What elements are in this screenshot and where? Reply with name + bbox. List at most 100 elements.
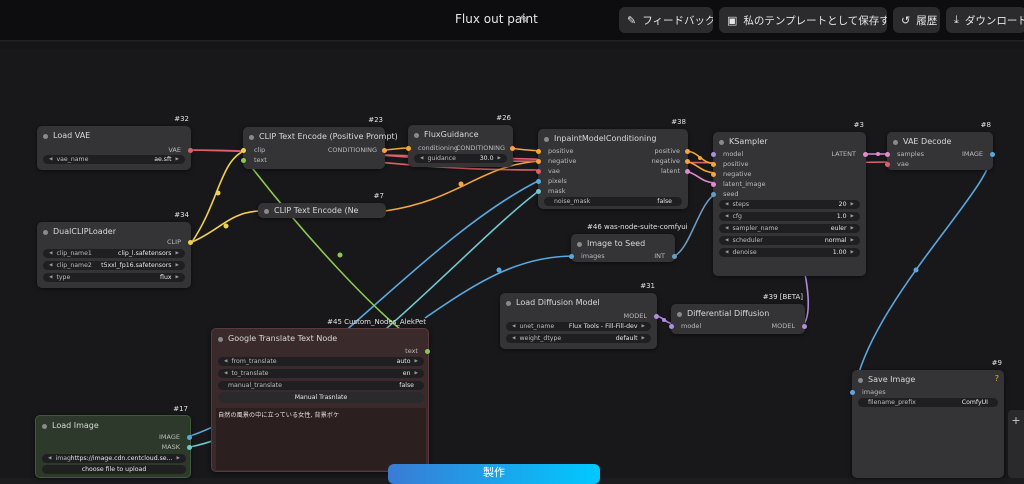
node-differential-diffusion[interactable]: #39 [BETA] Differential Diffusion model … [669, 293, 807, 334]
input-positive: positive [548, 147, 574, 155]
zoom-in-icon[interactable]: + [1008, 414, 1024, 427]
node-id: #3 [853, 121, 864, 129]
output-text-socket[interactable] [425, 349, 430, 354]
download-icon: ⤓ [954, 13, 959, 26]
node-title: VAE Decode [892, 137, 952, 146]
widget-scheduler[interactable]: schedulernormal [719, 236, 860, 245]
widget-filename-prefix[interactable]: filename_prefix ComfyUI [858, 398, 998, 407]
choose-file-button[interactable]: choose file to upload [42, 465, 186, 474]
input-conditioning: conditioning [418, 144, 459, 152]
history-button[interactable]: ↺ 履歴 [893, 7, 940, 33]
input-vae: vae [548, 167, 560, 175]
input-text: text [254, 156, 267, 164]
output-clip-socket[interactable] [188, 240, 193, 245]
node-load-image[interactable]: #17 Load Image IMAGE MASK imagehttps://i… [35, 405, 192, 478]
output-latent-socket[interactable] [863, 152, 868, 157]
node-title: FluxGuidance [414, 130, 479, 139]
node-id: #17 [173, 405, 188, 413]
widget-steps[interactable]: steps20 [719, 200, 860, 209]
output-model-socket[interactable] [654, 314, 659, 319]
widget-guidance[interactable]: guidance30.0 [414, 154, 507, 163]
edit-title-icon[interactable]: ✎ [520, 13, 529, 26]
input-model: model [723, 150, 744, 158]
zoom-controls[interactable]: + [1008, 410, 1024, 478]
output-int-socket[interactable] [672, 254, 677, 259]
feedback-icon: ✎ [627, 13, 637, 27]
node-image-to-seed[interactable]: #46 was-node-suite-comfyui Image to Seed… [569, 223, 688, 262]
input-vae: vae [897, 160, 909, 168]
input-negative: negative [548, 157, 577, 165]
node-id: #9 [991, 359, 1002, 367]
node-load-diffusion-model[interactable]: #31 Load Diffusion Model MODEL unet_name… [500, 282, 659, 349]
translate-text-area[interactable]: 自然の風景の中に立っている女性, 背景ボケ [216, 408, 426, 470]
help-icon[interactable]: ? [995, 374, 999, 383]
output-latent-socket[interactable] [685, 169, 690, 174]
widget-to-translate[interactable]: to_translateen [218, 369, 424, 378]
widget-from-translate[interactable]: from_translateauto [218, 357, 424, 366]
output-conditioning-socket[interactable] [382, 148, 387, 153]
widget-manual-translate[interactable]: manual_translate false [218, 381, 424, 390]
output-vae-socket[interactable] [188, 148, 193, 153]
output-image-socket[interactable] [187, 435, 192, 440]
widget-noise-mask[interactable]: noise_mask false [544, 197, 682, 206]
node-id: #39 [BETA] [762, 293, 803, 301]
node-title: Load Image [42, 421, 99, 430]
widget-clip-name1[interactable]: clip_name1clip_l.safetensors [43, 249, 185, 258]
input-seed: seed [723, 190, 739, 198]
output-latent: LATENT [831, 150, 856, 158]
output-mask-socket[interactable] [187, 445, 192, 450]
node-id: #46 was-node-suite-comfyui [587, 223, 688, 231]
node-inpaint-model-conditioning[interactable]: #38 InpaintModelConditioning positive ne… [536, 118, 690, 209]
node-id: #23 [368, 116, 383, 124]
output-conditioning-socket[interactable] [510, 146, 515, 151]
node-id: #7 [373, 192, 384, 200]
node-clip-text-encode-positive[interactable]: #23 CLIP Text Encode (Positive Prompt) c… [241, 116, 398, 169]
widget-weight-dtype[interactable]: weight_dtypedefault [506, 334, 651, 343]
save-template-button[interactable]: ▣ 私のテンプレートとして保存する [719, 7, 887, 33]
output-image: IMAGE [961, 150, 983, 158]
output-image-socket[interactable] [990, 152, 995, 157]
output-text: text [405, 347, 418, 355]
toolbar-strip [0, 42, 1024, 50]
widget-clip-name2[interactable]: clip_name2t5xxl_fp16.safetensors [43, 261, 185, 270]
node-title: Save Image [857, 375, 916, 384]
output-int: INT [654, 252, 665, 260]
node-title: InpaintModelConditioning [543, 134, 657, 143]
feedback-button[interactable]: ✎ フィードバック [619, 7, 713, 33]
node-title: Image to Seed [576, 239, 646, 248]
node-save-image[interactable]: #9 Save Image ? images filename_prefix Co… [850, 359, 1004, 478]
node-title: Differential Diffusion [676, 309, 770, 318]
input-latent-image: latent_image [723, 180, 766, 188]
input-negative: negative [723, 170, 752, 178]
widget-unet-name[interactable]: unet_nameFlux Tools - Fill-Fill-dev [506, 322, 651, 331]
node-google-translate[interactable]: #45 Custom_Nodes_AlekPet Google Translat… [211, 318, 430, 472]
node-clip-text-encode-negative[interactable]: #7 CLIP Text Encode (Ne [258, 192, 386, 218]
widget-vae-name[interactable]: vae_nameae.sft [43, 155, 185, 164]
input-images: images [581, 252, 605, 260]
download-button[interactable]: ⤓ ダウンロード [946, 7, 1024, 33]
manual-translate-button[interactable]: Manual Trasnlate [218, 392, 424, 403]
output-model: MODEL [623, 312, 647, 320]
node-title: CLIP Text Encode (Ne [263, 206, 359, 215]
output-positive-socket[interactable] [685, 149, 690, 154]
history-icon: ↺ [901, 13, 911, 27]
widget-image[interactable]: imagehttps://image.cdn.centcloud.se... [42, 454, 186, 463]
input-pixels: pixels [548, 177, 567, 185]
node-dual-clip-loader[interactable]: #34 DualCLIPLoader CLIP clip_name1clip_l… [37, 211, 193, 288]
output-negative-socket[interactable] [685, 159, 690, 164]
output-vae: VAE [168, 146, 181, 154]
widget-cfg[interactable]: cfg1.0 [719, 212, 860, 221]
node-load-vae[interactable]: #32 Load VAE VAE vae_nameae.sft [37, 115, 193, 170]
node-title: Load Diffusion Model [506, 298, 600, 307]
output-model-socket[interactable] [802, 324, 807, 329]
node-flux-guidance[interactable]: #26 FluxGuidance conditioning CONDITIONI… [406, 114, 515, 167]
node-ksampler[interactable]: #3 KSampler model positive negative late… [711, 121, 868, 276]
widget-denoise[interactable]: denoise1.00 [719, 248, 860, 257]
node-title: CLIP Text Encode (Positive Prompt) [249, 132, 398, 141]
output-conditioning: CONDITIONING [327, 146, 377, 154]
node-vae-decode[interactable]: #8 VAE Decode samples vae IMAGE [885, 121, 995, 170]
output-negative: negative [651, 157, 680, 165]
generate-button[interactable]: 製作 [388, 464, 600, 484]
widget-sampler-name[interactable]: sampler_nameeuler [719, 224, 860, 233]
widget-type[interactable]: typeflux [43, 273, 185, 282]
